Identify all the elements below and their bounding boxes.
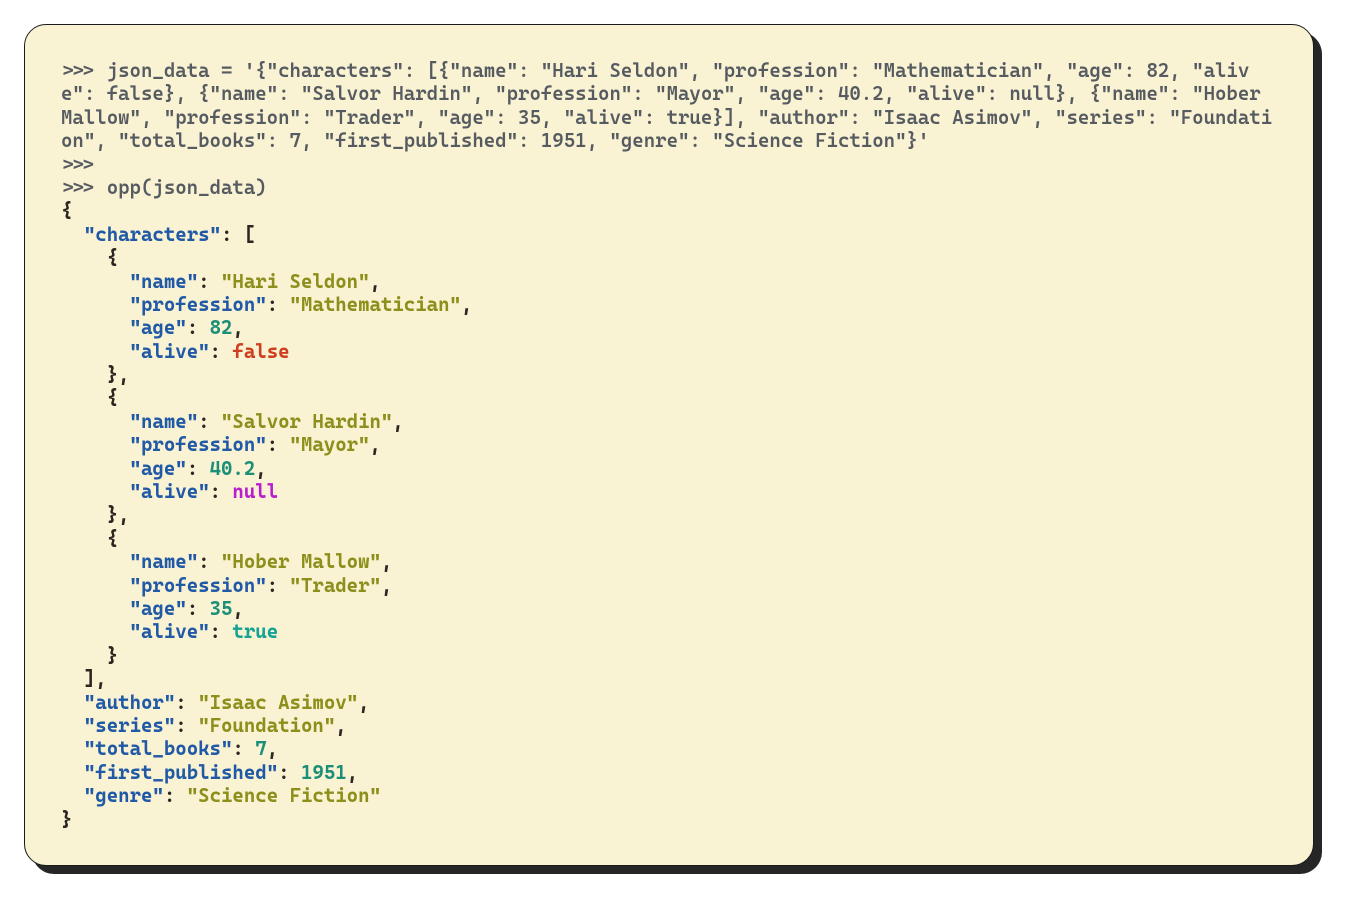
json-colon: : [221,223,232,246]
json-num: 7 [255,737,266,760]
json-key-profession: "profession" [130,293,267,316]
json-null: null [232,480,278,503]
json-comma: , [335,714,346,737]
json-str: "Trader" [290,574,381,597]
json-num: 35 [210,597,233,620]
json-comma: , [118,503,129,526]
json-colon: : [267,574,278,597]
json-key-genre: "genre" [84,784,164,807]
json-num: 82 [210,316,233,339]
json-colon: : [187,316,198,339]
json-key-name: "name" [130,410,199,433]
json-comma: , [232,316,243,339]
json-colon: : [210,620,221,643]
json-colon: : [198,550,209,573]
json-str: "Hober Mallow" [221,550,381,573]
json-open-bracket: [ [244,223,255,246]
json-key-first-published: "first_published" [84,761,278,784]
json-comma: , [370,433,381,456]
json-key-age: "age" [130,597,187,620]
json-comma: , [381,550,392,573]
json-key-series: "series" [84,714,175,737]
json-colon: : [164,784,175,807]
json-str: "Isaac Asimov" [198,691,358,714]
json-colon: : [232,737,243,760]
json-key-age: "age" [130,316,187,339]
json-colon: : [187,597,198,620]
json-key-alive: "alive" [130,480,210,503]
json-comma: , [392,410,403,433]
json-colon: : [187,457,198,480]
json-comma: , [347,761,358,784]
json-key-profession: "profession" [130,433,267,456]
json-colon: : [278,761,289,784]
json-key-name: "name" [130,550,199,573]
json-open-brace: { [107,246,118,269]
repl-call-line: >>> opp(json_data) [61,176,267,199]
json-key-author: "author" [84,691,175,714]
json-close-bracket: ] [84,667,95,690]
json-colon: : [175,714,186,737]
json-colon: : [210,480,221,503]
repl-blank-prompt: >>> [61,153,95,176]
json-key-alive: "alive" [130,620,210,643]
repl-assign-line: >>> json_data = '{"characters": [{"name"… [61,59,1272,152]
json-close-brace: } [107,503,118,526]
json-str: "Foundation" [198,714,335,737]
json-num: 40.2 [210,457,256,480]
json-colon: : [175,691,186,714]
json-colon: : [210,340,221,363]
json-open-brace: { [107,527,118,550]
json-str: "Salvor Hardin" [221,410,392,433]
json-colon: : [267,433,278,456]
json-comma: , [267,737,278,760]
json-key-profession: "profession" [130,574,267,597]
json-colon: : [198,270,209,293]
json-comma: , [370,270,381,293]
json-key-name: "name" [130,270,199,293]
json-false: false [232,340,289,363]
json-close-brace: } [61,808,72,831]
json-str: "Mayor" [290,433,370,456]
json-comma: , [232,597,243,620]
json-comma: , [95,667,106,690]
json-key-characters: "characters" [84,223,221,246]
json-close-brace: } [107,644,118,667]
terminal-output: >>> json_data = '{"characters": [{"name"… [61,59,1277,831]
json-colon: : [198,410,209,433]
json-key-alive: "alive" [130,340,210,363]
json-comma: , [118,363,129,386]
json-key-age: "age" [130,457,187,480]
json-str: "Mathematician" [290,293,461,316]
json-true: true [232,620,278,643]
json-comma: , [381,574,392,597]
json-num: 1951 [301,761,347,784]
json-comma: , [358,691,369,714]
json-open-brace: { [61,199,72,222]
terminal-card: >>> json_data = '{"characters": [{"name"… [24,24,1314,866]
json-str: "Science Fiction" [187,784,381,807]
json-str: "Hari Seldon" [221,270,370,293]
json-colon: : [267,293,278,316]
json-comma: , [255,457,266,480]
json-close-brace: } [107,363,118,386]
json-open-brace: { [107,386,118,409]
json-key-total-books: "total_books" [84,737,233,760]
json-comma: , [461,293,472,316]
